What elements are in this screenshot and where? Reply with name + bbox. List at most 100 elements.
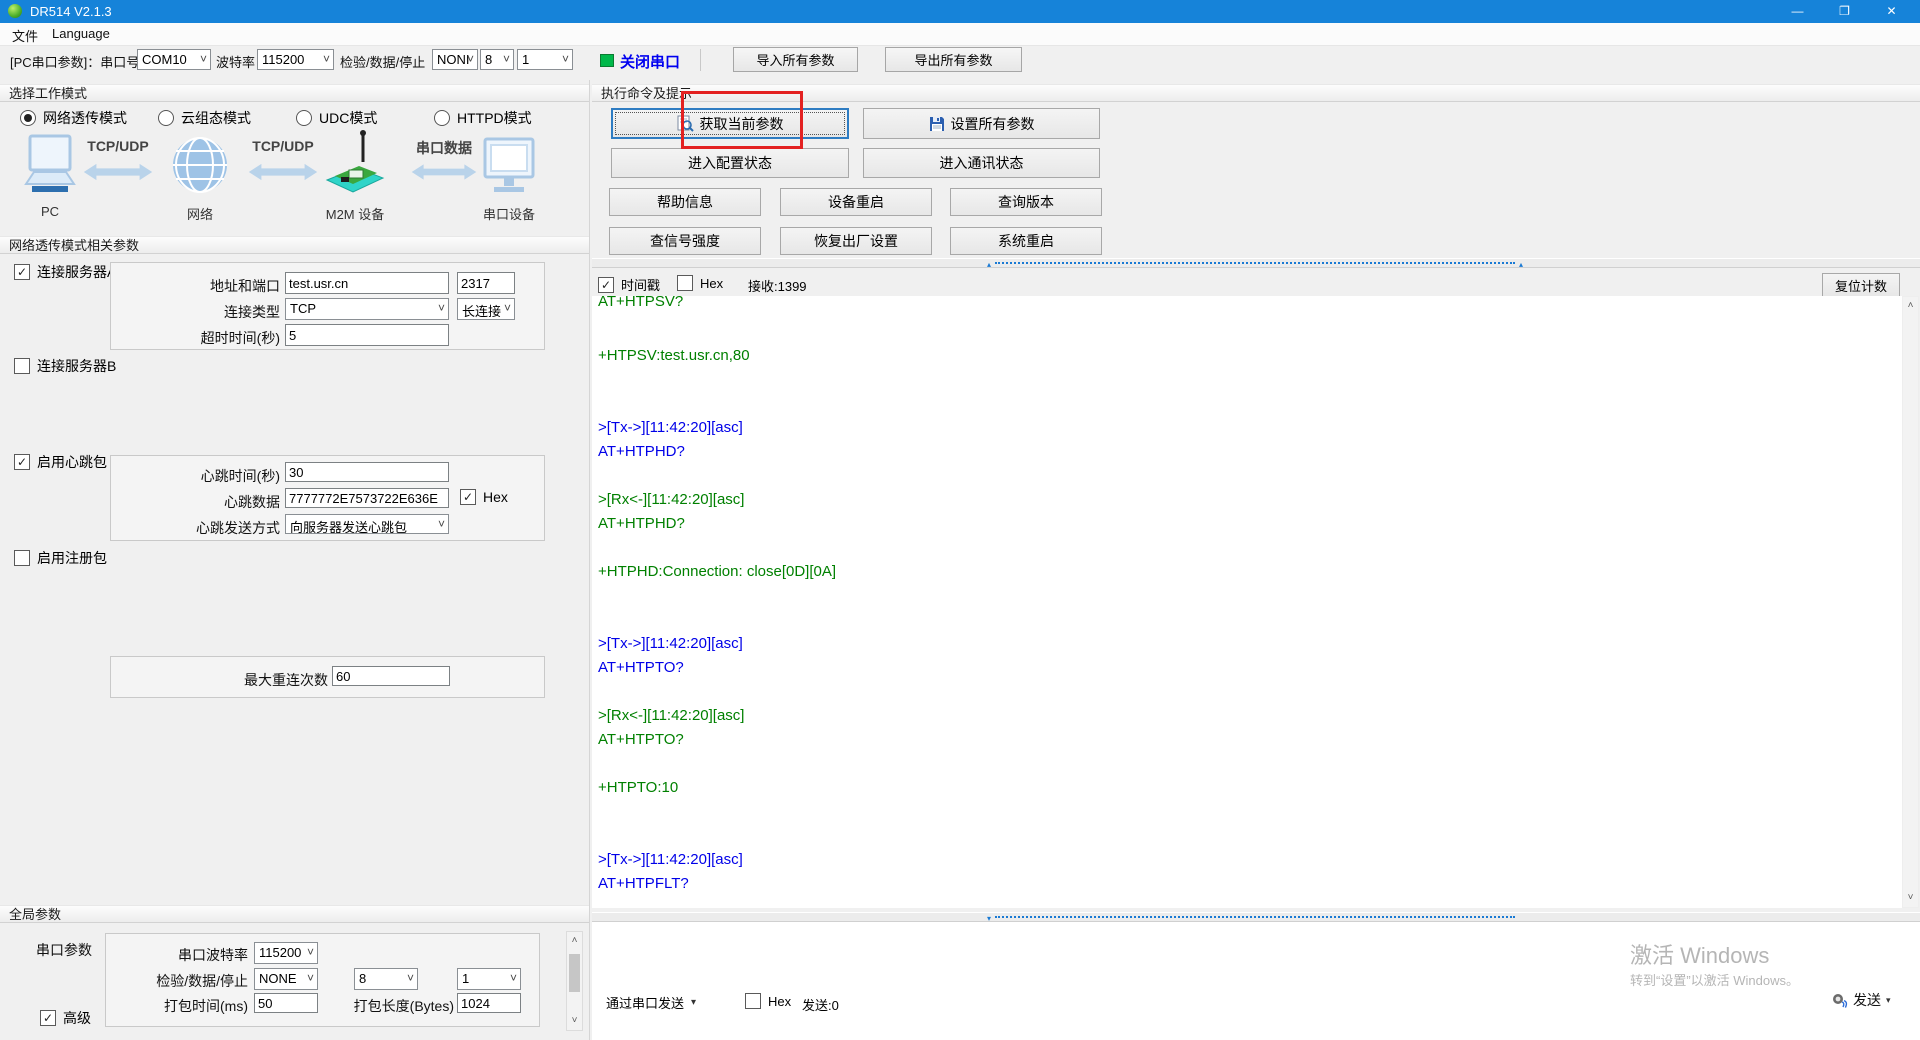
minimize-button[interactable]: — [1775, 0, 1820, 23]
pc-laptop-icon [22, 134, 78, 198]
receive-line: >[Rx<-][11:42:20][asc] [598, 704, 1902, 728]
g-databits-select[interactable]: 8 ˅ [354, 968, 418, 990]
device-reboot-button[interactable]: 设备重启 [780, 188, 932, 216]
mode-radio-udc[interactable]: UDC模式 [296, 108, 377, 128]
checkbox-checked-icon: ✓ [598, 277, 614, 293]
reset-count-button[interactable]: 复位计数 [1822, 273, 1900, 297]
receive-splitter[interactable]: ▴ ▴ [592, 258, 1920, 268]
hb-time-input[interactable] [285, 462, 449, 482]
mode-radio-httpd[interactable]: HTTPD模式 [434, 108, 532, 128]
serial-group-label: 串口参数 [36, 940, 100, 960]
pack-time-input[interactable] [254, 993, 318, 1013]
chevron-down-icon: ˅ [503, 52, 510, 66]
send-via-serial-dropdown[interactable]: 通过串口发送 ▾ [606, 993, 696, 1012]
timeout-label: 超时时间(秒) [150, 328, 280, 348]
chevron-down-icon: ˅ [307, 945, 314, 959]
close-button[interactable]: ✕ [1869, 0, 1914, 23]
global-params-header: 全局参数 [0, 905, 589, 923]
baud-label: 波特率 [216, 52, 255, 71]
checkbox-unchecked-icon [14, 358, 30, 374]
menu-language[interactable]: Language [48, 26, 114, 41]
m2m-device-icon [323, 128, 387, 200]
serial-device-monitor-icon [482, 136, 536, 196]
timeout-input[interactable] [285, 324, 449, 346]
g-baud-select[interactable]: 115200 ˅ [254, 942, 318, 964]
advanced-label: 高级 [63, 1008, 91, 1028]
heartbeat-checkbox-row[interactable]: ✓ 启用心跳包 [14, 452, 107, 472]
scroll-up-icon[interactable]: ˄ [1903, 299, 1918, 313]
hb-mode-label: 心跳发送方式 [150, 518, 280, 538]
receive-log-area[interactable]: AT+HTPSV? +HTPSV:test.usr.cn,80 >[Tx->][… [592, 296, 1902, 908]
timestamp-checkbox-row[interactable]: ✓ 时间戳 [598, 275, 660, 294]
checkbox-unchecked-icon [677, 275, 693, 291]
menu-file[interactable]: 文件 [8, 26, 42, 45]
query-version-button[interactable]: 查询版本 [950, 188, 1102, 216]
enter-comm-state-button[interactable]: 进入通讯状态 [863, 148, 1100, 178]
scroll-down-icon[interactable]: ˅ [1903, 891, 1918, 905]
hb-data-input[interactable] [285, 488, 449, 508]
mode-radio-cloud[interactable]: 云组态模式 [158, 108, 251, 128]
receive-line: AT+HTPHD? [598, 440, 1902, 464]
advanced-checkbox-row[interactable]: ✓ 高级 [40, 1008, 91, 1028]
radio-icon [158, 110, 174, 126]
window-title: DR514 V2.1.3 [30, 4, 112, 19]
com-port-select[interactable]: COM10 ˅ [137, 49, 211, 70]
network-globe-icon [171, 136, 229, 194]
conn-type-select[interactable]: TCP ˅ [285, 298, 449, 320]
hb-mode-select[interactable]: 向服务器发送心跳包 ˅ [285, 514, 449, 534]
checkbox-checked-icon: ✓ [40, 1010, 56, 1026]
baud-select[interactable]: 115200 ˅ [257, 49, 334, 70]
stopbits-select[interactable]: 1 ˅ [517, 49, 573, 70]
help-info-button[interactable]: 帮助信息 [609, 188, 761, 216]
checkbox-checked-icon: ✓ [14, 264, 30, 280]
set-all-params-button[interactable]: 设置所有参数 [863, 108, 1100, 139]
send-hex-checkbox-row[interactable]: Hex [745, 993, 791, 1009]
server-b-checkbox-row[interactable]: 连接服务器B [14, 356, 116, 376]
title-bar[interactable]: DR514 V2.1.3 — ❐ ✕ [0, 0, 1920, 23]
global-params-scrollbar[interactable]: ˄ ˅ [566, 931, 583, 1031]
server-a-port-input[interactable] [457, 272, 515, 294]
export-all-params-button[interactable]: 导出所有参数 [885, 47, 1022, 72]
g-baud-label: 串口波特率 [150, 945, 248, 965]
arrow-icon [410, 158, 478, 186]
receive-scrollbar[interactable]: ˄ ˅ [1902, 296, 1919, 908]
import-all-params-button[interactable]: 导入所有参数 [733, 47, 858, 72]
keep-alive-select[interactable]: 长连接 ˅ [457, 298, 515, 320]
receive-line: >[Tx->][11:42:20][asc] [598, 416, 1902, 440]
register-checkbox-row[interactable]: 启用注册包 [14, 548, 107, 568]
send-button[interactable]: 发送 ▾ [1832, 990, 1891, 1010]
red-annotation-rectangle [681, 91, 803, 149]
query-signal-button[interactable]: 查信号强度 [609, 227, 761, 255]
scroll-up-icon[interactable]: ˄ [567, 934, 582, 948]
pack-len-input[interactable] [457, 993, 521, 1013]
maximize-button[interactable]: ❐ [1822, 0, 1867, 23]
enter-config-state-button[interactable]: 进入配置状态 [611, 148, 849, 178]
chevron-down-icon: ˅ [307, 971, 314, 985]
server-a-address-input[interactable] [285, 272, 449, 294]
close-port-button[interactable]: 关闭串口 [620, 51, 680, 72]
databits-select[interactable]: 8 ˅ [480, 49, 514, 70]
server-a-checkbox-row[interactable]: ✓ 连接服务器A [14, 262, 116, 282]
receive-hex-label: Hex [700, 276, 723, 291]
scrollbar-thumb[interactable] [569, 954, 580, 992]
receive-hex-checkbox-row[interactable]: Hex [677, 275, 723, 291]
checkbox-unchecked-icon [745, 993, 761, 1009]
receive-line: >[Rx<-][11:42:20][asc] [598, 488, 1902, 512]
parity-select[interactable]: NONI ˅ [432, 49, 478, 70]
g-stopbits-select[interactable]: 1 ˅ [457, 968, 521, 990]
hb-hex-checkbox-row[interactable]: ✓ Hex [460, 489, 508, 505]
send-splitter[interactable]: ▾ [592, 912, 1920, 922]
send-count: 发送:0 [802, 995, 839, 1014]
g-parity-select[interactable]: NONE ˅ [254, 968, 318, 990]
chevron-down-icon: ˅ [407, 971, 414, 985]
mode-radio-net-passthrough[interactable]: 网络透传模式 [20, 108, 127, 128]
receive-line: >[Tx->][11:42:20][asc] [598, 632, 1902, 656]
link-label-tcp-udp-2: TCP/UDP [247, 138, 319, 154]
work-mode-header: 选择工作模式 [0, 84, 589, 102]
reconnect-input[interactable] [332, 666, 450, 686]
scroll-down-icon[interactable]: ˅ [567, 1014, 582, 1028]
factory-reset-button[interactable]: 恢复出厂设置 [780, 227, 932, 255]
system-reboot-button[interactable]: 系统重启 [950, 227, 1102, 255]
toolbar-divider [700, 49, 701, 71]
receive-line: AT+HTPFLT? [598, 872, 1902, 896]
